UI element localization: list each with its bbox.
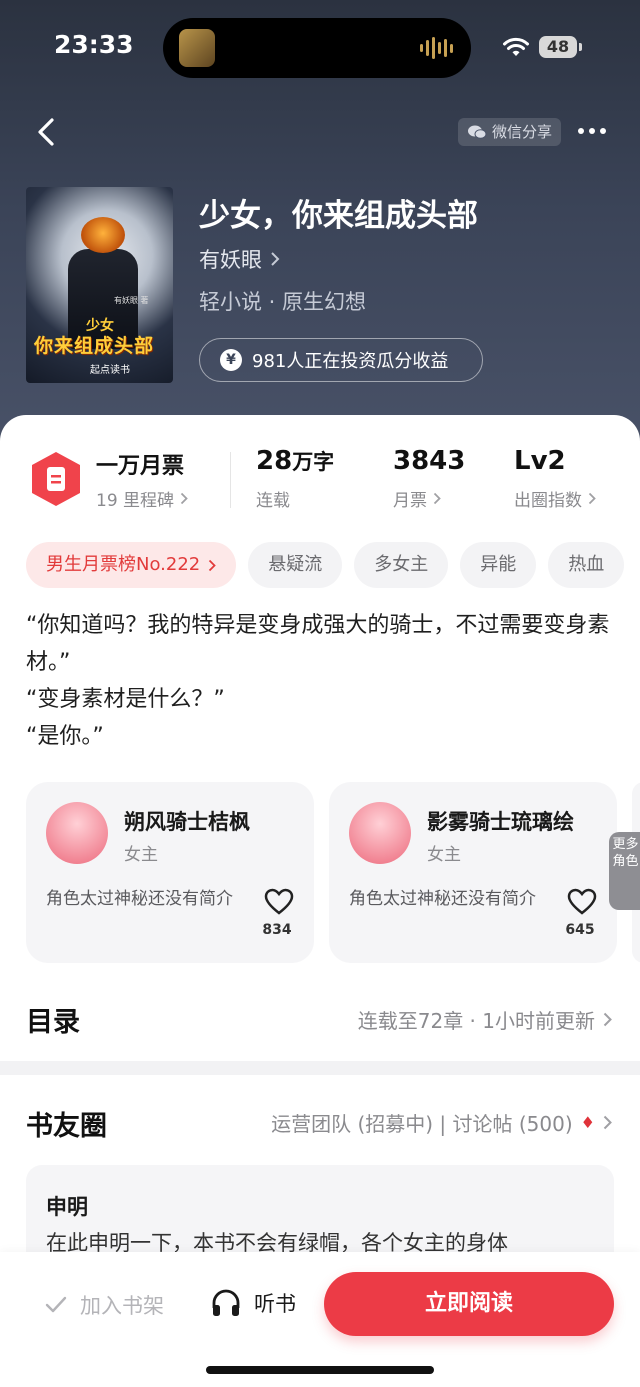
back-arrow-icon[interactable] (34, 116, 58, 148)
book-title: 少女，你来组成头部 (199, 198, 478, 234)
battery-indicator: 48 (539, 36, 582, 58)
chevron-right-icon (603, 1115, 612, 1130)
dynamic-island[interactable] (163, 18, 471, 78)
stats-divider (230, 452, 231, 508)
chevron-right-icon (180, 492, 188, 505)
share-label: 微信分享 (492, 123, 553, 141)
chevron-right-icon (209, 559, 217, 571)
tag-item[interactable]: 异能 (460, 542, 537, 588)
wechat-icon (468, 125, 487, 139)
monthly-ticket-value: 一万月票 (96, 454, 185, 479)
role-card[interactable]: 影雾骑士琉璃绘 女主 角色太过神秘还没有简介 645 (329, 782, 617, 963)
chevron-right-icon (588, 492, 596, 505)
status-time: 23:33 (54, 30, 134, 59)
headphones-icon (212, 1289, 240, 1316)
invest-button[interactable]: ¥ 981人正在投资瓜分收益 (199, 338, 483, 382)
monthly-ticket-link[interactable]: 月票 (393, 486, 441, 511)
toc-link[interactable]: 连载至72章 · 1小时前更新 (358, 1005, 612, 1034)
home-indicator[interactable] (206, 1366, 434, 1374)
heart-icon[interactable] (567, 888, 597, 915)
audio-wave-icon (420, 36, 453, 60)
chevron-right-icon (271, 252, 280, 266)
book-genre: 轻小说 · 原生幻想 (199, 290, 367, 314)
book-synopsis[interactable]: “你知道吗？我的特异是变身成强大的骑士，不过需要变身素材。” “变身素材是什么？… (26, 607, 616, 755)
post-title: 申明 (46, 1195, 88, 1219)
more-roles-button[interactable]: 更多角色 (609, 832, 640, 910)
wifi-icon (503, 37, 529, 56)
more-options-icon[interactable] (578, 128, 606, 134)
chevron-right-icon (603, 1012, 612, 1027)
check-icon (45, 1296, 67, 1313)
popularity-index-link[interactable]: 出圈指数 (514, 486, 596, 511)
role-description: 角色太过神秘还没有简介 (46, 889, 233, 909)
popularity-level: Lv2 (514, 446, 566, 476)
author-link[interactable]: 有妖眼 (199, 244, 280, 274)
tag-item[interactable]: 悬疑流 (248, 542, 343, 588)
role-description: 角色太过神秘还没有简介 (349, 889, 536, 909)
add-to-shelf-button[interactable]: 加入书架 (44, 1290, 164, 1320)
role-name: 朔风骑士桔枫 (124, 810, 250, 834)
club-title: 书友圈 (26, 1111, 107, 1142)
book-cover[interactable]: 有妖眼 著 少女 你来组成头部 起点读书 (26, 187, 173, 383)
role-avatar (46, 802, 108, 864)
now-playing-thumbnail (179, 29, 215, 67)
word-count: 28万字 (256, 446, 335, 476)
pumpkin-head (81, 217, 125, 253)
rank-tag[interactable]: 男生月票榜No.222 (26, 542, 237, 588)
yen-icon: ¥ (220, 349, 242, 371)
club-link[interactable]: 运营团队 (招募中) | 讨论帖 (500) ♦ (271, 1108, 612, 1137)
invest-text: 981人正在投资瓜分收益 (252, 351, 449, 372)
role-type: 女主 (427, 845, 461, 865)
tag-item[interactable]: 热血 (548, 542, 625, 588)
toc-title: 目录 (26, 1007, 80, 1038)
role-card[interactable]: 朔风骑士桔枫 女主 角色太过神秘还没有简介 834 (26, 782, 314, 963)
role-avatar (349, 802, 411, 864)
serial-status: 连载 (256, 491, 290, 511)
tag-item[interactable]: 多女主 (354, 542, 449, 588)
author-name: 有妖眼 (199, 248, 262, 272)
role-type: 女主 (124, 845, 158, 865)
wechat-share-button[interactable]: 微信分享 (458, 118, 562, 146)
role-name: 影雾骑士琉璃绘 (427, 810, 574, 834)
read-now-button[interactable]: 立即阅读 (324, 1272, 614, 1336)
heart-icon[interactable] (264, 888, 294, 915)
ticket-count: 3843 (393, 446, 466, 476)
monthly-ticket-icon[interactable] (28, 450, 84, 508)
like-count: 645 (565, 922, 595, 938)
tag-list: 男生月票榜No.222 悬疑流 多女主 异能 热血 (26, 542, 625, 588)
like-count: 834 (262, 922, 292, 938)
listen-button[interactable]: 听书 (210, 1288, 296, 1318)
milestone-link[interactable]: 19 里程碑 (96, 486, 188, 511)
chevron-right-icon (433, 492, 441, 505)
fire-icon: ♦ (580, 1113, 595, 1132)
